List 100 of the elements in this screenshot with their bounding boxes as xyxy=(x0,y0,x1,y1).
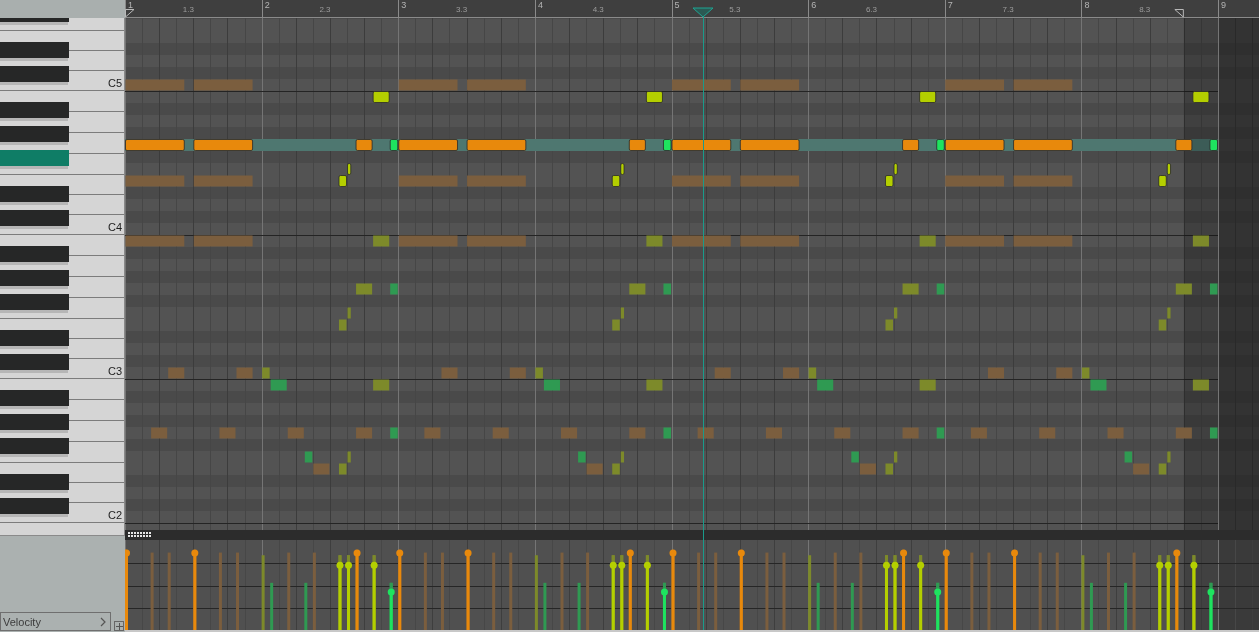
velocity-marker[interactable] xyxy=(891,561,899,630)
velocity-marker[interactable] xyxy=(167,552,171,630)
midi-note[interactable] xyxy=(646,91,663,103)
velocity-marker[interactable] xyxy=(191,549,199,630)
velocity-marker[interactable] xyxy=(543,582,547,630)
velocity-marker[interactable] xyxy=(236,552,239,630)
velocity-marker[interactable] xyxy=(1132,552,1136,630)
grip-icon[interactable] xyxy=(128,532,151,537)
velocity-marker[interactable] xyxy=(660,588,668,630)
loop-start-marker[interactable] xyxy=(125,9,135,18)
midi-note[interactable] xyxy=(1013,139,1073,151)
velocity-marker[interactable] xyxy=(987,552,991,630)
midi-note[interactable] xyxy=(1166,163,1171,175)
velocity-marker[interactable] xyxy=(586,552,590,630)
velocity-marker[interactable] xyxy=(560,552,564,630)
velocity-marker[interactable] xyxy=(387,588,395,630)
velocity-marker[interactable] xyxy=(509,552,513,630)
midi-note[interactable] xyxy=(1209,139,1218,151)
midi-note[interactable] xyxy=(902,139,920,151)
velocity-marker[interactable] xyxy=(626,549,634,630)
midi-note[interactable] xyxy=(663,139,672,151)
velocity-marker[interactable] xyxy=(1124,582,1128,630)
velocity-marker[interactable] xyxy=(942,549,950,630)
midi-note[interactable] xyxy=(1209,427,1218,439)
velocity-marker[interactable] xyxy=(609,561,617,630)
velocity-marker[interactable] xyxy=(396,549,404,630)
midi-note[interactable] xyxy=(739,139,800,151)
velocity-marker[interactable] xyxy=(345,561,352,630)
velocity-marker[interactable] xyxy=(336,561,344,630)
velocity-marker[interactable] xyxy=(440,552,444,630)
playhead-marker[interactable] xyxy=(692,7,714,631)
velocity-marker[interactable] xyxy=(492,552,496,630)
velocity-marker[interactable] xyxy=(1055,552,1059,630)
midi-note[interactable] xyxy=(398,139,458,151)
velocity-marker[interactable] xyxy=(270,582,274,630)
velocity-dropdown[interactable]: Velocity xyxy=(0,612,111,631)
velocity-marker[interactable] xyxy=(577,582,581,630)
velocity-marker[interactable] xyxy=(900,549,908,630)
velocity-marker[interactable] xyxy=(1190,561,1198,630)
velocity-marker[interactable] xyxy=(1164,561,1172,630)
velocity-marker[interactable] xyxy=(1011,549,1019,630)
velocity-marker[interactable] xyxy=(261,555,265,630)
midi-note[interactable] xyxy=(466,139,527,151)
velocity-marker[interactable] xyxy=(643,561,651,630)
velocity-marker[interactable] xyxy=(782,552,786,630)
velocity-marker[interactable] xyxy=(1038,552,1042,630)
velocity-marker[interactable] xyxy=(934,588,942,630)
velocity-marker[interactable] xyxy=(833,552,837,630)
velocity-marker[interactable] xyxy=(1156,561,1164,630)
velocity-marker[interactable] xyxy=(765,552,769,630)
add-lane-button[interactable] xyxy=(114,621,124,631)
velocity-marker[interactable] xyxy=(697,552,701,630)
midi-note[interactable] xyxy=(936,139,945,151)
velocity-marker[interactable] xyxy=(150,552,154,630)
velocity-marker[interactable] xyxy=(1081,555,1085,630)
velocity-marker[interactable] xyxy=(1207,588,1215,630)
velocity-marker[interactable] xyxy=(287,552,291,630)
velocity-marker[interactable] xyxy=(423,552,427,630)
midi-note[interactable] xyxy=(125,139,185,151)
midi-note[interactable] xyxy=(1209,283,1218,295)
velocity-marker[interactable] xyxy=(534,555,538,630)
midi-note[interactable] xyxy=(944,139,1005,151)
velocity-marker[interactable] xyxy=(370,561,378,630)
midi-note[interactable] xyxy=(919,91,937,103)
midi-note[interactable] xyxy=(1175,139,1193,151)
velocity-marker[interactable] xyxy=(304,582,308,630)
velocity-marker[interactable] xyxy=(618,561,626,630)
velocity-marker[interactable] xyxy=(917,561,925,630)
velocity-marker[interactable] xyxy=(850,582,854,630)
midi-note[interactable] xyxy=(355,139,373,151)
midi-note[interactable] xyxy=(893,163,898,175)
midi-note[interactable] xyxy=(885,175,894,187)
midi-note[interactable] xyxy=(628,139,646,151)
velocity-marker[interactable] xyxy=(737,549,745,630)
velocity-marker[interactable] xyxy=(859,552,863,630)
midi-note[interactable] xyxy=(389,139,399,151)
midi-note[interactable] xyxy=(1192,91,1210,103)
velocity-marker[interactable] xyxy=(883,561,890,630)
midi-note[interactable] xyxy=(611,175,621,187)
velocity-marker[interactable] xyxy=(808,555,812,630)
velocity-marker[interactable] xyxy=(1173,549,1181,630)
velocity-marker[interactable] xyxy=(970,552,974,630)
midi-note[interactable] xyxy=(620,163,625,175)
midi-note[interactable] xyxy=(338,175,347,187)
midi-note[interactable] xyxy=(671,139,732,151)
midi-note[interactable] xyxy=(1158,175,1167,187)
velocity-marker[interactable] xyxy=(1107,552,1110,630)
velocity-marker[interactable] xyxy=(1089,582,1093,630)
velocity-marker[interactable] xyxy=(816,582,820,630)
velocity-marker[interactable] xyxy=(218,552,222,630)
loop-end-marker[interactable] xyxy=(1174,9,1184,18)
velocity-marker[interactable] xyxy=(464,549,472,630)
midi-note[interactable] xyxy=(372,91,390,103)
midi-note[interactable] xyxy=(193,139,253,151)
velocity-marker[interactable] xyxy=(312,552,316,630)
velocity-marker[interactable] xyxy=(125,549,130,630)
velocity-marker[interactable] xyxy=(669,549,677,630)
velocity-marker[interactable] xyxy=(714,552,718,630)
midi-note[interactable] xyxy=(347,163,352,175)
velocity-marker[interactable] xyxy=(353,549,361,630)
